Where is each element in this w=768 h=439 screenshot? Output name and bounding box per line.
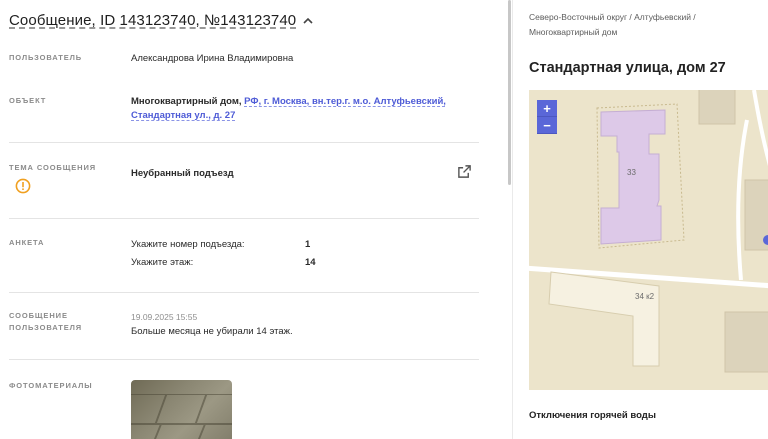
message-text: Больше месяца не убирали 14 этаж. — [131, 326, 293, 337]
survey-answer: 1 — [305, 239, 311, 250]
message-title[interactable]: Сообщение, ID 143123740, №143123740 — [9, 12, 296, 29]
divider — [9, 359, 479, 360]
zoom-controls: + − — [537, 100, 557, 134]
survey-row: АНКЕТА Укажите номер подъезда: 1 Укажите … — [9, 236, 479, 276]
survey-item: Укажите этаж: 14 — [131, 254, 316, 272]
location-panel: Северо-Восточный округ / Алтуфьевский / … — [513, 0, 768, 439]
photos-row: ФОТОМАТЕРИАЛЫ — [9, 380, 479, 439]
zoom-out-button[interactable]: − — [537, 117, 557, 134]
message-label: СООБЩЕНИЕ — [9, 311, 68, 320]
photo-thumbnail[interactable] — [131, 380, 232, 439]
building-number-label: 33 — [627, 168, 636, 177]
user-row: ПОЛЬЗОВАТЕЛЬ Александрова Ирина Владимир… — [9, 52, 479, 72]
survey-answers: Укажите номер подъезда: 1 Укажите этаж: 14 — [131, 236, 316, 272]
photos-label: ФОТОМАТЕРИАЛЫ — [9, 381, 93, 390]
object-type: Многоквартирный дом, — [131, 96, 242, 107]
location-address: Стандартная улица, дом 27 — [529, 60, 726, 76]
chevron-up-icon[interactable] — [302, 15, 314, 27]
breadcrumb-line: Северо-Восточный округ / Алтуфьевский / — [529, 12, 696, 22]
object-value: Многоквартирный дом, РФ, г. Москва, вн.т… — [131, 95, 471, 123]
divider — [9, 292, 479, 293]
survey-item: Укажите номер подъезда: 1 — [131, 236, 316, 254]
breadcrumb: Северо-Восточный округ / Алтуфьевский / … — [529, 10, 759, 40]
topic-value: Неубранный подъезд — [131, 168, 234, 179]
topic-row: ТЕМА СООБЩЕНИЯ Неубранный подъезд — [9, 162, 479, 202]
object-address-link[interactable]: РФ, г. Москва, вн.тер.г. м.о. Алтуфьевск… — [244, 96, 446, 107]
message-date: 19.09.2025 15:55 — [131, 312, 198, 322]
message-header[interactable]: Сообщение, ID 143123740, №143123740 — [9, 12, 314, 29]
survey-answer: 14 — [305, 257, 316, 268]
breadcrumb-line: Многоквартирный дом — [529, 27, 618, 37]
divider — [9, 218, 479, 219]
object-label: ОБЪЕКТ — [9, 96, 47, 105]
building-number-label: 34 к2 — [635, 292, 655, 301]
user-value: Александрова Ирина Владимировна — [131, 53, 294, 64]
user-label: ПОЛЬЗОВАТЕЛЬ — [9, 53, 83, 62]
map-canvas — [529, 90, 768, 373]
user-message-row: СООБЩЕНИЕ ПОЛЬЗОВАТЕЛЯ 19.09.2025 15:55 … — [9, 310, 479, 346]
survey-label: АНКЕТА — [9, 238, 45, 247]
hot-water-outages-title: Отключения горячей воды — [529, 410, 656, 421]
warning-icon — [15, 178, 31, 194]
zoom-in-button[interactable]: + — [537, 100, 557, 117]
object-row: ОБЪЕКТ Многоквартирный дом, РФ, г. Москв… — [9, 95, 479, 129]
scrollbar-thumb[interactable] — [508, 0, 511, 185]
object-address-link-line2[interactable]: Стандартная ул., д. 27 — [131, 110, 235, 121]
divider — [9, 142, 479, 143]
message-details-panel: Сообщение, ID 143123740, №143123740 ПОЛЬ… — [0, 0, 500, 439]
map[interactable]: + − 33 34 к2 — [529, 90, 768, 390]
open-external-icon[interactable] — [457, 164, 472, 179]
survey-question: Укажите номер подъезда: — [131, 239, 245, 250]
topic-label: ТЕМА СООБЩЕНИЯ — [9, 163, 97, 172]
survey-question: Укажите этаж: — [131, 257, 194, 268]
message-label-line2: ПОЛЬЗОВАТЕЛЯ — [9, 323, 83, 332]
